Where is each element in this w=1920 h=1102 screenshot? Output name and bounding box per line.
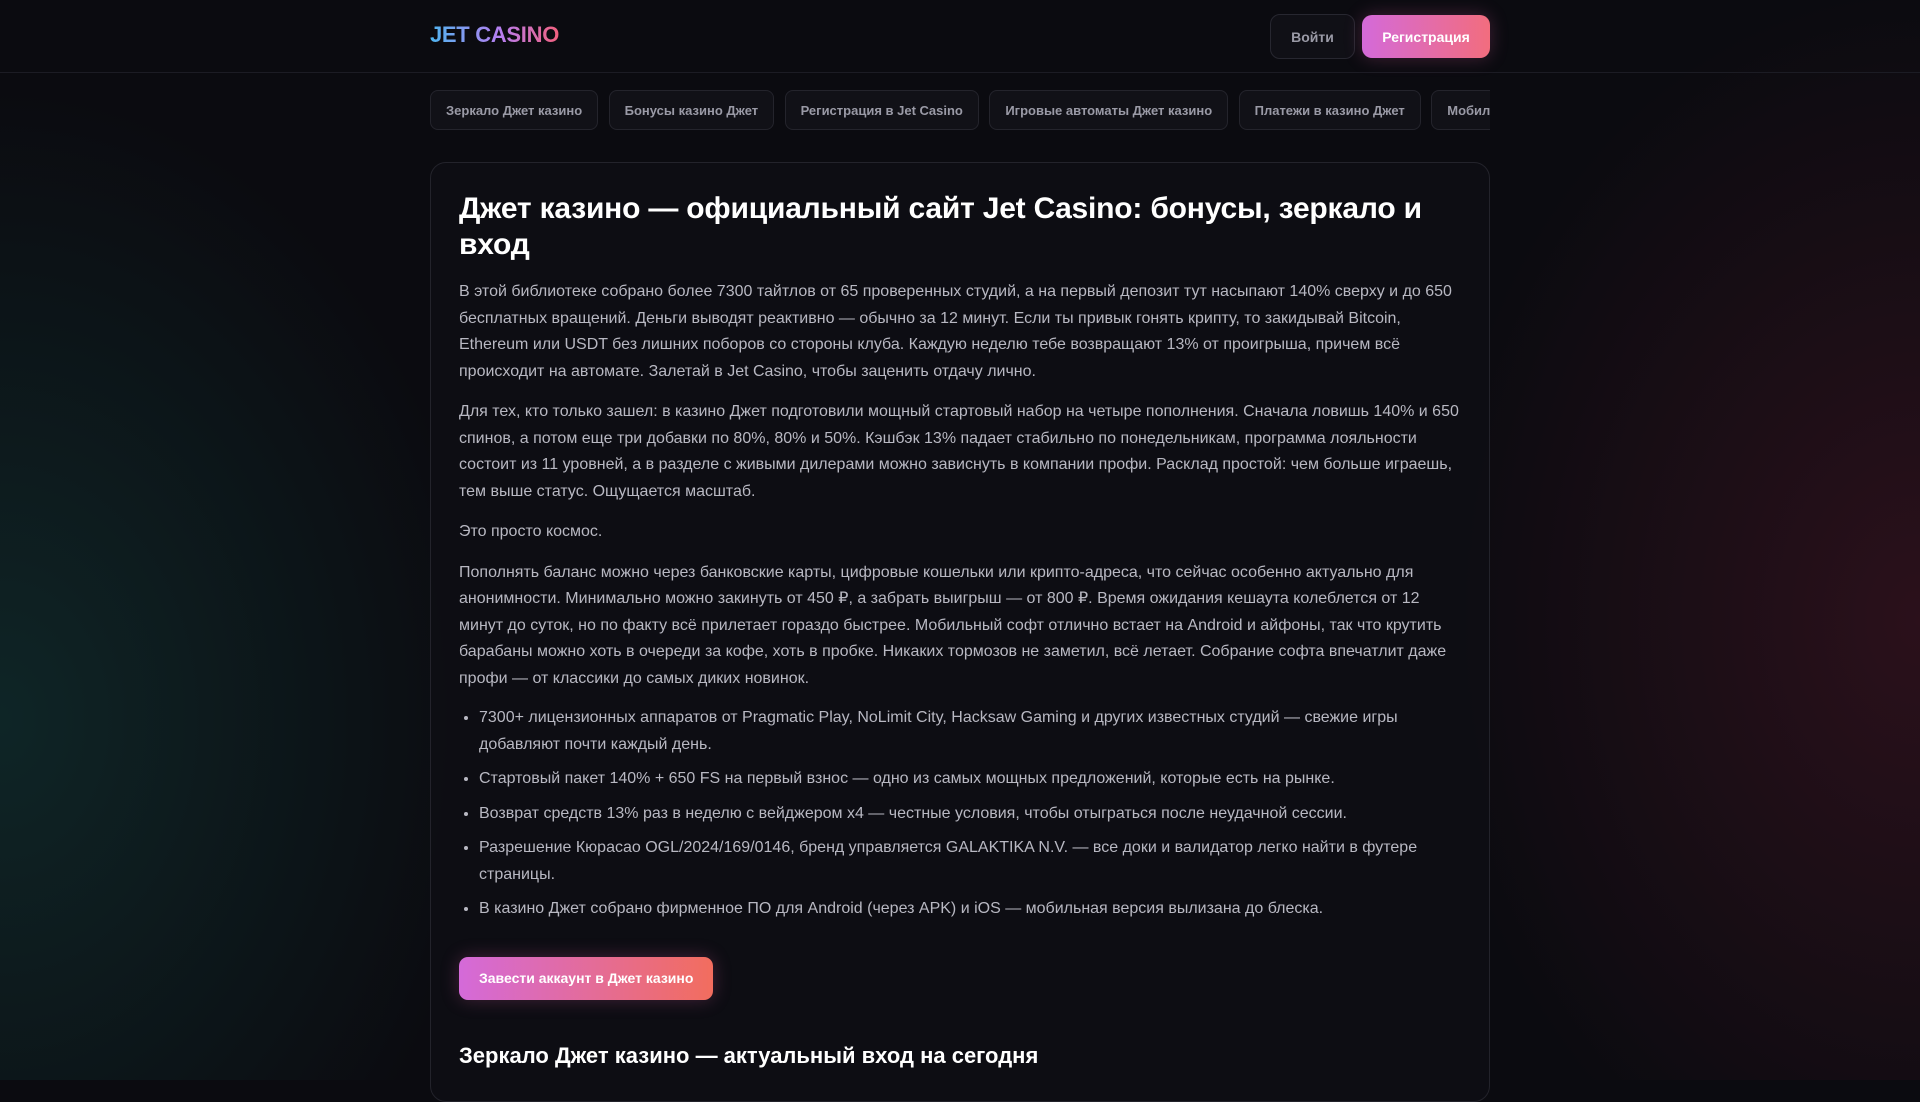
intro-paragraph: В этой библиотеке собрано более 7300 тай…	[459, 283, 1452, 380]
create-account-button[interactable]: Завести аккаунт в Джет казино	[459, 956, 714, 1000]
list-item: Разрешение Кюрасао OGL/2024/169/0146, бр…	[479, 835, 1463, 888]
list-item: Стартовый пакет 140% + 650 FS на первый …	[479, 766, 1463, 793]
nav-item-bonuses[interactable]: Бонусы казино Джет	[608, 90, 775, 130]
payments-paragraph: Пополнять баланс можно через банковские …	[459, 563, 1447, 687]
article-content: Джет казино — официальный сайт Jet Casin…	[459, 191, 1463, 1070]
feature-list: 7300+ лицензионных аппаратов от Pragmati…	[459, 705, 1463, 923]
short-paragraph: Это просто космос.	[459, 523, 603, 540]
welcome-paragraph: Для тех, кто только зашел: в казино Джет…	[459, 403, 1459, 500]
list-item: Возврат средств 13% раз в неделю с вейдж…	[479, 801, 1463, 828]
nav-item-mirror[interactable]: Зеркало Джет казино	[430, 90, 599, 130]
nav-item-slots[interactable]: Игровые автоматы Джет казино	[989, 90, 1229, 130]
nav-item-payments[interactable]: Платежи в казино Джет	[1238, 90, 1421, 130]
page-title: Джет казино — официальный сайт Jet Casin…	[459, 192, 1422, 261]
section-title: Зеркало Джет казино — актуальный вход на…	[459, 1042, 1039, 1068]
article-card: Джет казино — официальный сайт Jet Casin…	[430, 162, 1490, 1102]
site-header: JET CASINO Войти Регистрация	[0, 0, 1920, 73]
nav-item-mobile[interactable]: Мобильное	[1431, 90, 1490, 130]
section-nav[interactable]: Зеркало Джет казино Бонусы казино Джет Р…	[430, 90, 1490, 130]
list-item: 7300+ лицензионных аппаратов от Pragmati…	[479, 705, 1463, 758]
login-button[interactable]: Войти	[1270, 14, 1355, 59]
logo[interactable]: JET CASINO	[430, 22, 559, 48]
register-button[interactable]: Регистрация	[1362, 15, 1490, 58]
nav-item-registration[interactable]: Регистрация в Jet Casino	[784, 90, 979, 130]
list-item: В казино Джет собрано фирменное ПО для A…	[479, 896, 1463, 923]
